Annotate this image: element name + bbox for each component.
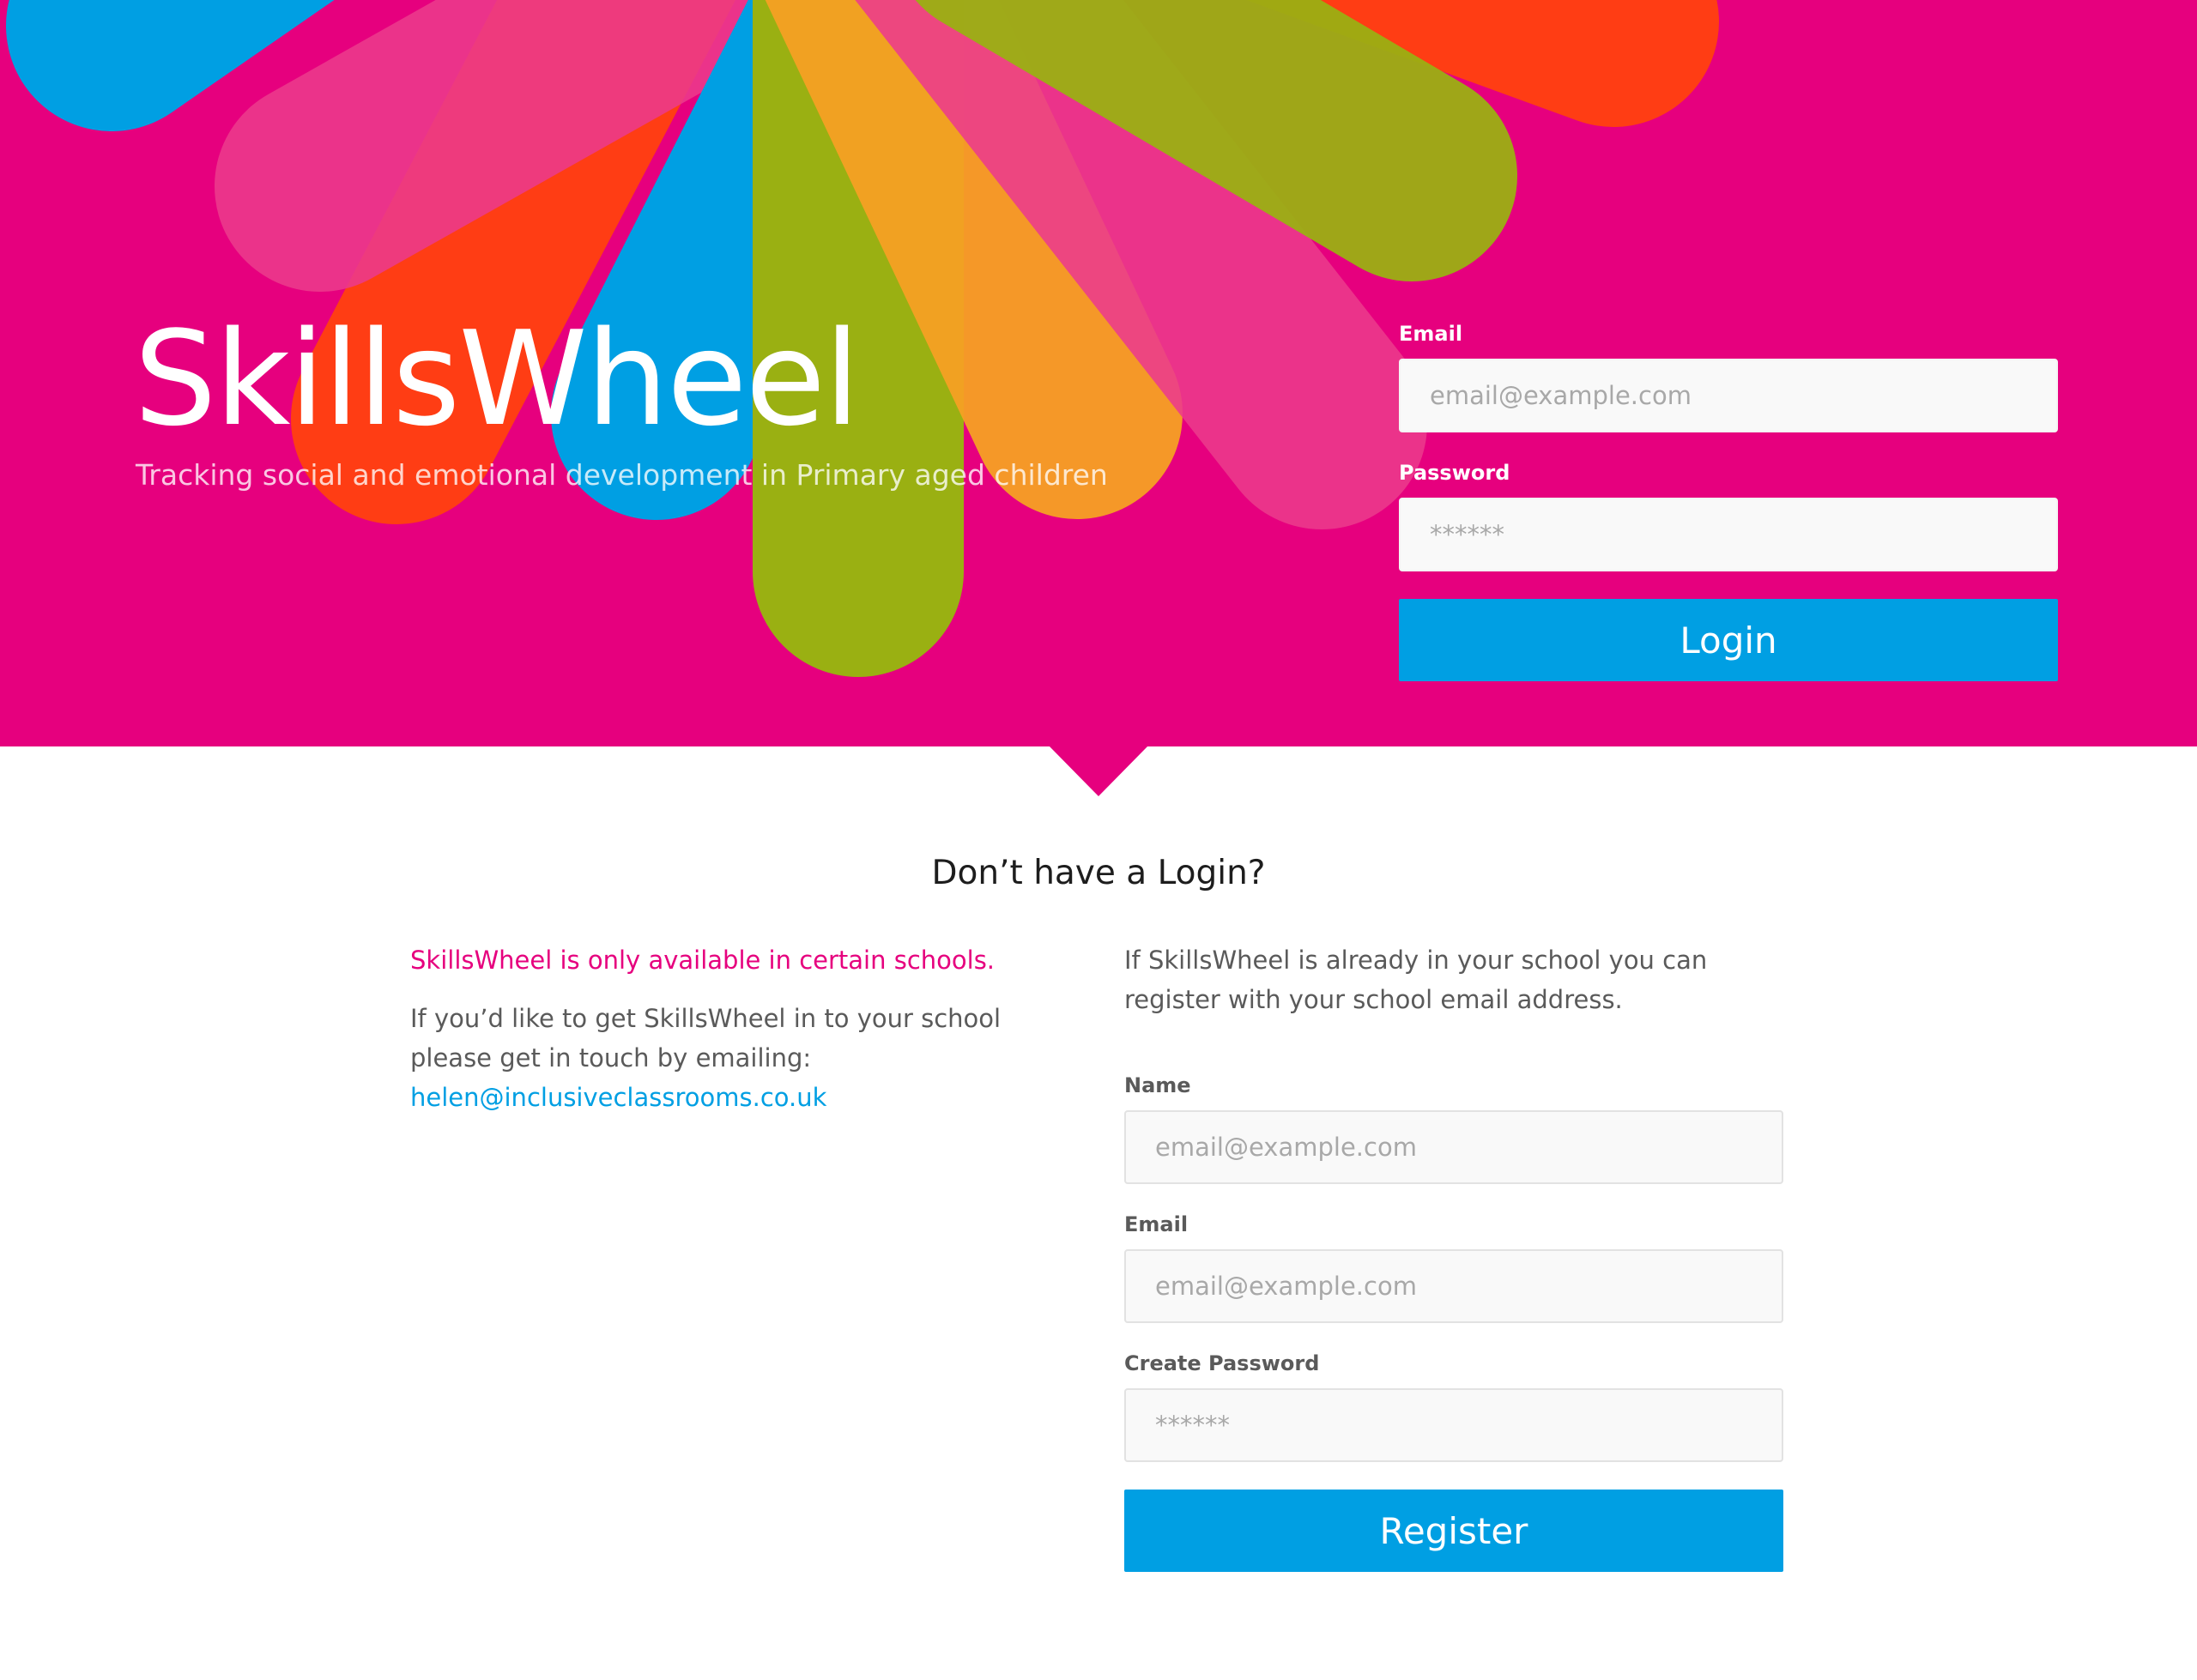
hero-banner: SkillsWheel Tracking social and emotiona… — [0, 0, 2197, 746]
hero-pointer-arrow — [1048, 745, 1149, 796]
wheel-petal — [6, 0, 335, 131]
register-button[interactable]: Register — [1124, 1490, 1783, 1572]
contact-text: If you’d like to get SkillsWheel in to y… — [410, 1004, 1002, 1073]
register-intro: If SkillsWheel is already in your school… — [1124, 946, 1708, 1014]
availability-info: SkillsWheel is only available in certain… — [410, 940, 1062, 1117]
register-form: If SkillsWheel is already in your school… — [1124, 940, 1783, 1572]
register-name-label: Name — [1124, 1073, 1191, 1097]
register-email-input[interactable] — [1124, 1249, 1783, 1323]
login-password-label: Password — [1399, 461, 1510, 485]
login-button[interactable]: Login — [1399, 599, 2058, 681]
login-email-label: Email — [1399, 322, 1463, 346]
register-email-label: Email — [1124, 1212, 1189, 1236]
brand-tagline: Tracking social and emotional developmen… — [136, 458, 1108, 492]
availability-notice: SkillsWheel is only available in certain… — [410, 946, 996, 975]
login-form: Email Password Login — [1399, 319, 2058, 681]
register-heading: Don’t have a Login? — [931, 854, 1266, 892]
login-password-input[interactable] — [1399, 498, 2058, 571]
register-name-input[interactable] — [1124, 1110, 1783, 1184]
register-password-label: Create Password — [1124, 1351, 1320, 1375]
brand-title: SkillsWheel — [134, 303, 860, 455]
contact-email-link[interactable]: helen@inclusiveclassrooms.co.uk — [410, 1083, 826, 1112]
register-password-input[interactable] — [1124, 1388, 1783, 1462]
login-email-input[interactable] — [1399, 359, 2058, 432]
